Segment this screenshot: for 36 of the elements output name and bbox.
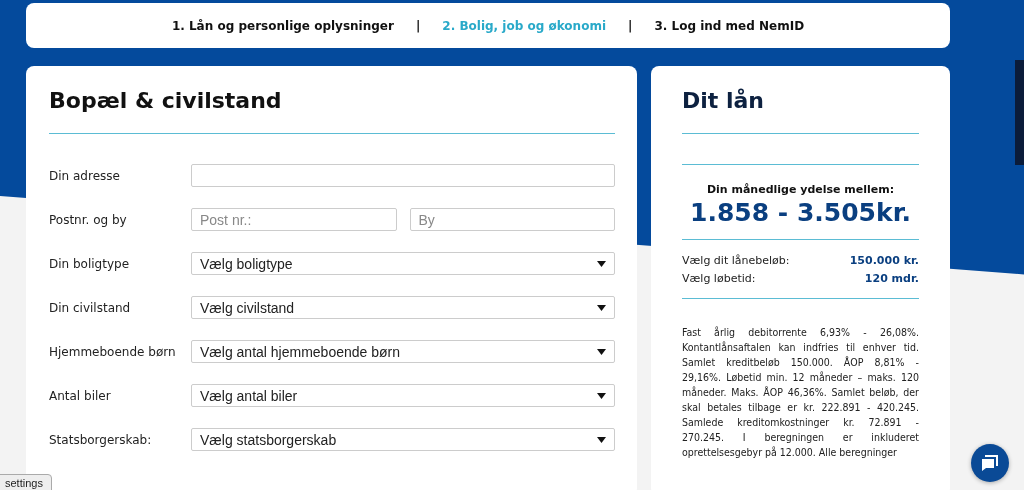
step-link[interactable]: 3. Log ind med NemID [654, 18, 805, 33]
terms-paragraph: Fast årlig debitorrente 6,93% - 26,08%. Kontantlånsaftalen kan indfries til enhver tid. Samlet kreditbeløb 150.000. ÅOP 8,81% - 29,16%. Løbetid min. 12 måneder – maks. 120 måneder. Maks. ÅOP 46,36%. Samlet beløb, der skal betales tilbage er kr. 222.891 - 420.245. Samlede kreditomkostninger kr. 72.891 - 270.245. I beregningen er inkluderet oprettelsesgebyr på 12.000. Alle beregninger [682, 325, 919, 460]
detail-label: Vælg dit lånebeløb: [682, 253, 790, 269]
caret-icon [597, 392, 606, 399]
select-field[interactable]: Vælg statsborgerskab [191, 428, 615, 451]
select-field[interactable]: Vælg boligtype [191, 252, 615, 275]
caret-icon [597, 260, 606, 267]
form-title: Bopæl & civilstand [49, 88, 283, 114]
chat-icon [981, 454, 999, 472]
select-field[interactable]: Vælg civilstand [191, 296, 615, 319]
input-field[interactable]: Post nr.: [191, 208, 397, 231]
payment-range: 1.858 - 3.505kr. [689, 198, 912, 227]
field-label: Din boligtype [49, 256, 131, 271]
step-separator: | [415, 18, 421, 33]
loan-title: Dit lån [682, 88, 766, 114]
settings-button[interactable]: settings [0, 474, 52, 490]
input-field[interactable]: By [409, 208, 615, 231]
step-separator: | [628, 18, 633, 33]
step-link[interactable]: 1. Lån og personlige oplysninger [171, 18, 394, 33]
input-field[interactable] [191, 164, 615, 187]
field-label: Postnr. og by [49, 212, 128, 227]
field-label: Din adresse [49, 168, 121, 183]
select-field[interactable]: Vælg antal biler [191, 384, 615, 407]
field-label: Antal biler [49, 388, 112, 403]
field-label: Din civilstand [49, 300, 132, 315]
caret-icon [597, 304, 606, 311]
detail-value: 120 mdr. [864, 271, 919, 287]
caret-icon [597, 436, 606, 443]
field-label: Hjemmeboende børn [49, 344, 177, 359]
detail-label: Vælg løbetid: [682, 271, 756, 287]
detail-value: 150.000 kr. [849, 253, 919, 269]
payment-label: Din månedlige ydelse mellem: [705, 183, 896, 196]
caret-icon [597, 348, 606, 355]
field-label: Statsborgerskab: [49, 432, 153, 447]
chat-button[interactable] [971, 444, 1009, 482]
select-field[interactable]: Vælg antal hjemmeboende børn [191, 340, 615, 363]
